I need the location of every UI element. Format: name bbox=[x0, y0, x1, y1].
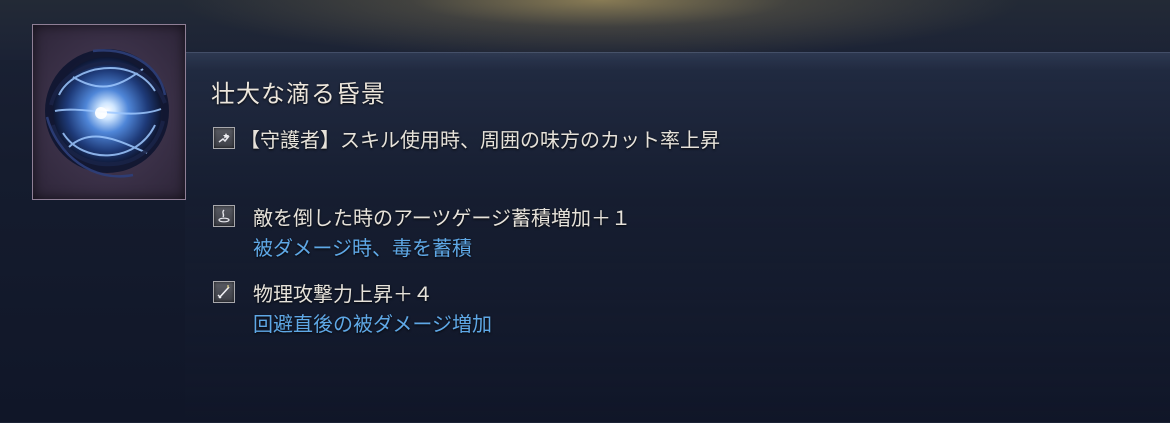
sword-attack-icon bbox=[213, 281, 235, 303]
effect-drawback-poison: 被ダメージ時、毒を蓄積 bbox=[253, 236, 472, 260]
effect-text-physical-attack: 物理攻撃力上昇＋４ bbox=[253, 282, 433, 306]
effect-drawback-dodge: 回避直後の被ダメージ増加 bbox=[253, 312, 492, 336]
effect-text-guardian: 【守護者】スキル使用時、周囲の味方のカット率上昇 bbox=[240, 128, 720, 152]
guardian-skill-icon bbox=[213, 127, 235, 149]
arts-gauge-icon bbox=[213, 205, 235, 227]
dark-blue-orb-relic-icon bbox=[45, 49, 169, 178]
item-title: 壮大な滴る昏景 bbox=[211, 80, 386, 108]
effect-text-arts-gauge: 敵を倒した時のアーツゲージ蓄積増加＋１ bbox=[253, 206, 631, 230]
item-image-frame[interactable] bbox=[32, 24, 186, 200]
